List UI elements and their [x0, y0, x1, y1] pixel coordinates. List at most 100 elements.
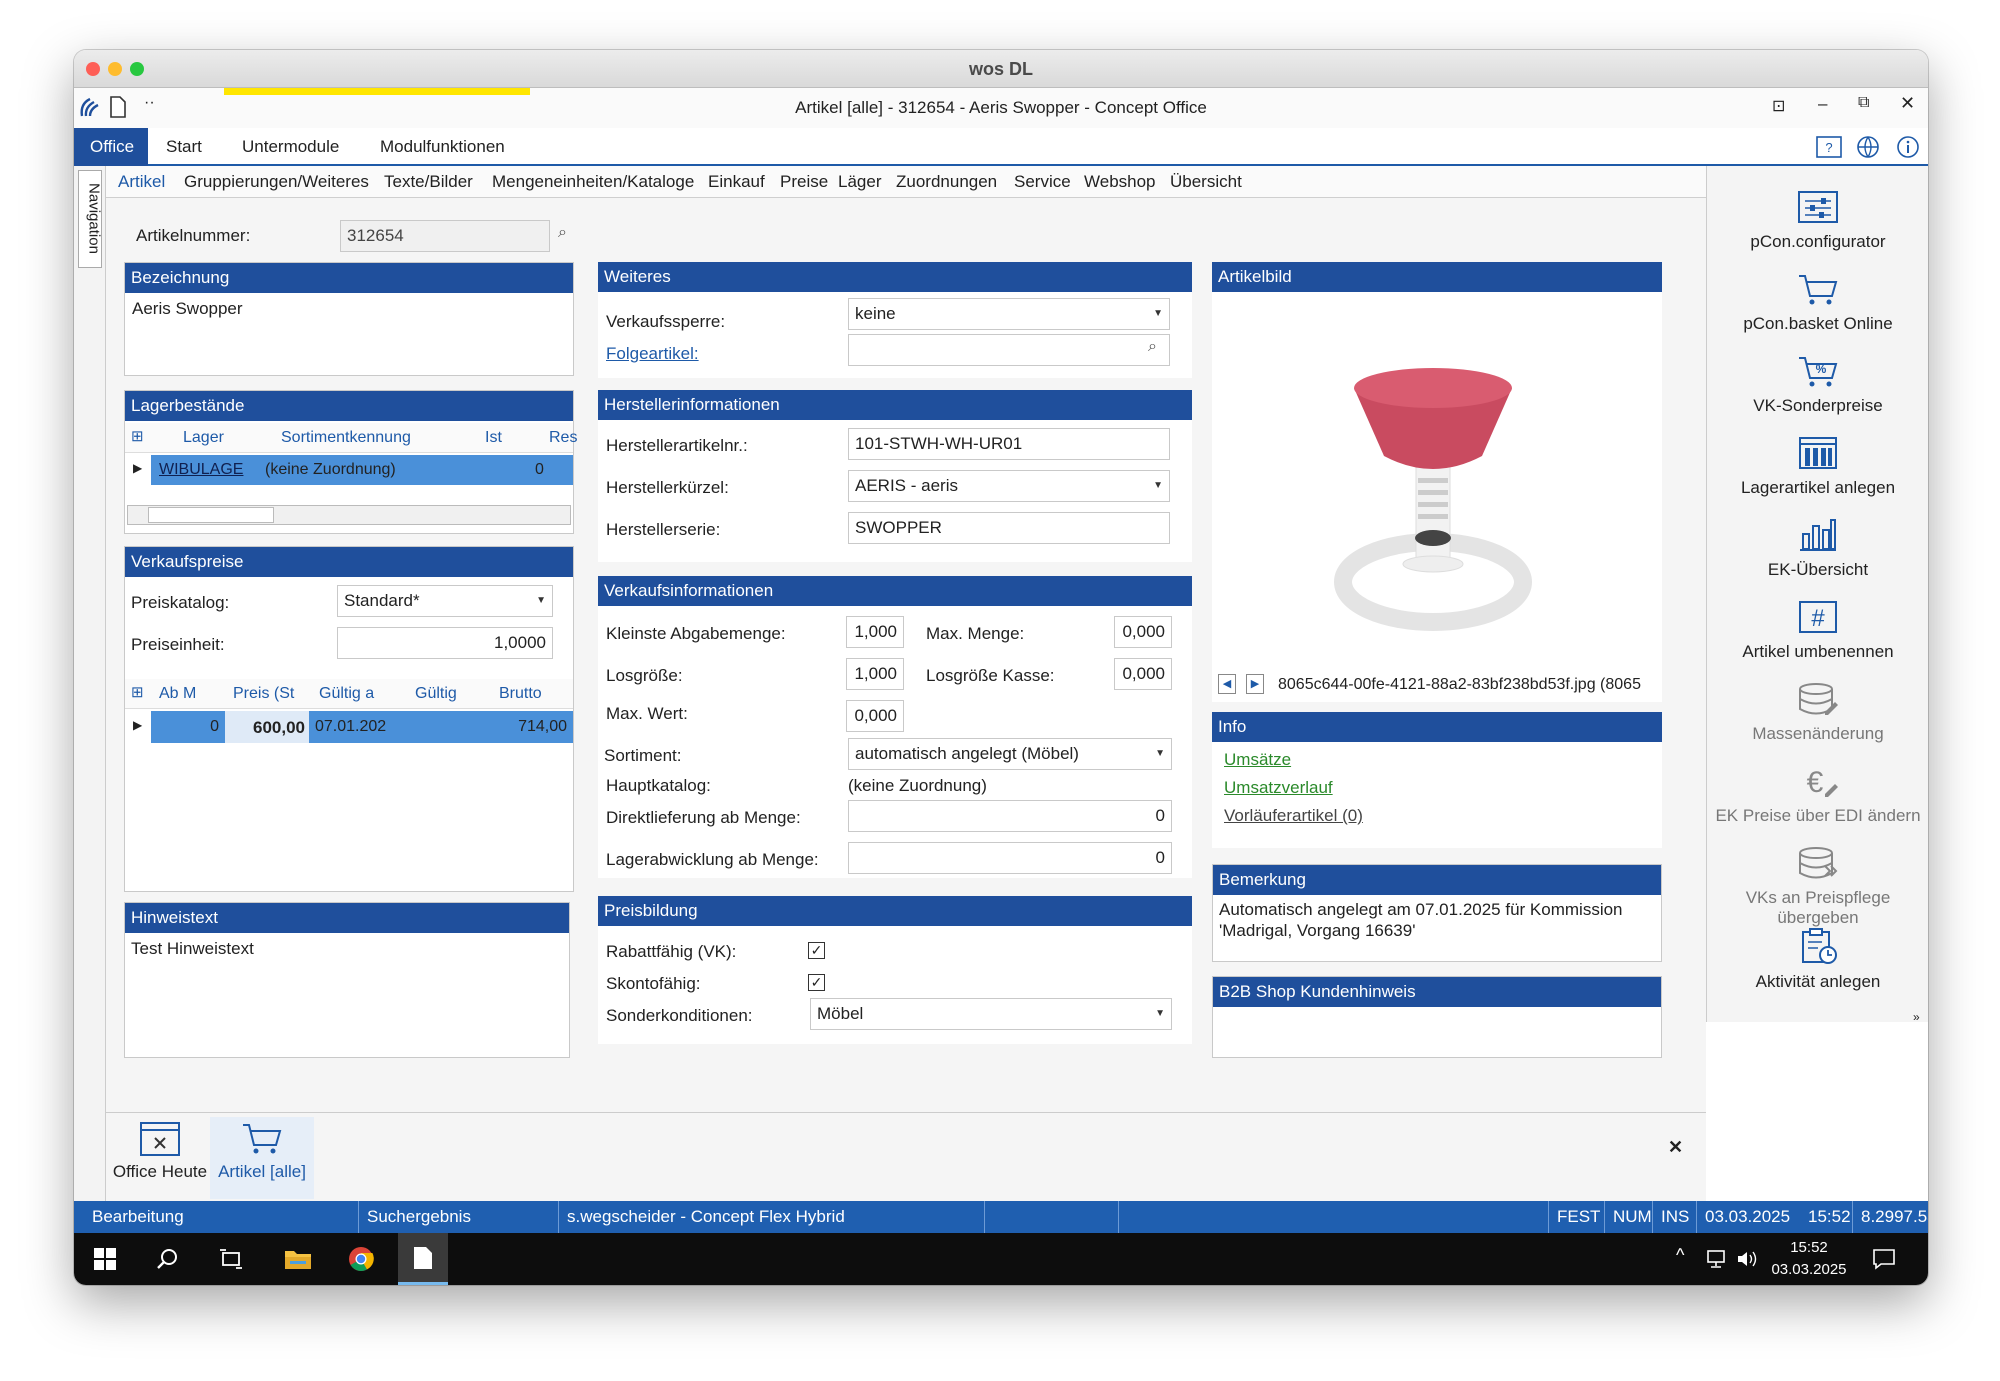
sidebar-item-pcon-basket[interactable]: pCon.basket Online: [1707, 272, 1928, 334]
volume-icon[interactable]: [1736, 1249, 1758, 1269]
binoculars-icon[interactable]: ⌕: [558, 224, 567, 242]
sidebar-item-ek-uebersicht[interactable]: EK-Übersicht: [1707, 518, 1928, 580]
price-col-preis[interactable]: Preis (St: [233, 685, 294, 703]
bemerkung-text[interactable]: Automatisch angelegt am 07.01.2025 für K…: [1219, 899, 1649, 941]
next-image-icon[interactable]: ▶: [1246, 674, 1264, 694]
subtab-mengeneinheiten[interactable]: Mengeneinheiten/Kataloge: [492, 172, 694, 192]
herstellerkuerzel-select[interactable]: AERIS - aeris ▼: [848, 470, 1170, 502]
artikelnummer-field[interactable]: 312654: [340, 220, 550, 252]
subtab-uebersicht[interactable]: Übersicht: [1170, 172, 1242, 192]
sidebar-item-artikel-umbenennen[interactable]: # Artikel umbenennen: [1707, 600, 1928, 662]
herstellerartikelnr-field[interactable]: 101-STWH-WH-UR01: [848, 428, 1170, 460]
notifications-icon[interactable]: [1872, 1248, 1896, 1270]
help-icon[interactable]: ?: [1816, 136, 1842, 158]
file-explorer-icon[interactable]: [284, 1247, 312, 1271]
taskbar-date[interactable]: 03.03.2025: [1768, 1261, 1850, 1278]
close-tab-icon[interactable]: ✕: [1668, 1137, 1683, 1158]
sidebar-item-vk-sonderpreise[interactable]: % VK-Sonderpreise: [1707, 354, 1928, 416]
ribbon-tab-untermodule[interactable]: Untermodule: [226, 128, 355, 166]
taskbar-active-app[interactable]: [398, 1233, 448, 1285]
column-chooser-icon[interactable]: ⊞: [131, 427, 144, 445]
binoculars-icon[interactable]: ⌕: [1148, 338, 1157, 356]
subtab-webshop[interactable]: Webshop: [1084, 172, 1156, 192]
chrome-icon[interactable]: [348, 1246, 374, 1272]
herstellerserie-field[interactable]: SWOPPER: [848, 512, 1170, 544]
rabattfaehig-checkbox[interactable]: ✓: [808, 942, 825, 959]
bottom-tab-artikel[interactable]: Artikel [alle]: [210, 1117, 314, 1199]
globe-icon[interactable]: [1856, 135, 1880, 159]
verkaufsinformationen-header: Verkaufsinformationen: [598, 576, 1192, 606]
taskbar-time[interactable]: 15:52: [1768, 1239, 1850, 1256]
close-icon[interactable]: ✕: [1900, 93, 1915, 114]
hinweistext-text[interactable]: Test Hinweistext: [131, 939, 254, 959]
lager-col-lager[interactable]: Lager: [183, 429, 224, 447]
zoom-dot[interactable]: [130, 62, 144, 76]
sidebar-item-ek-preise-edi[interactable]: € EK Preise über EDI ändern: [1707, 764, 1928, 826]
info-icon[interactable]: [1896, 135, 1920, 159]
network-icon[interactable]: [1706, 1249, 1728, 1269]
windows-start-icon[interactable]: [94, 1248, 116, 1270]
minimize-dot[interactable]: [108, 62, 122, 76]
sidebar-item-vks-preispflege[interactable]: VKs an Preispflege übergeben: [1707, 846, 1928, 928]
lager-col-ist[interactable]: Ist: [485, 429, 502, 447]
price-col-gueltig-bis[interactable]: Gültig: [415, 685, 457, 703]
task-view-icon[interactable]: [220, 1248, 242, 1270]
ribbon-tab-modulfunktionen[interactable]: Modulfunktionen: [364, 128, 521, 166]
table-row[interactable]: ▶ WIBULAGE (keine Zuordnung) 0: [125, 455, 573, 485]
verkaufssperre-select[interactable]: keine ▼: [848, 298, 1170, 330]
lager-col-sortiment[interactable]: Sortimentkennung: [281, 429, 411, 447]
subtab-einkauf[interactable]: Einkauf: [708, 172, 765, 192]
sortiment-select[interactable]: automatisch angelegt (Möbel) ▼: [848, 738, 1172, 770]
max-menge-field[interactable]: 0,000: [1114, 616, 1172, 648]
kleinste-abgabemenge-field[interactable]: 1,000: [846, 616, 904, 648]
sidebar-item-aktivitaet-anlegen[interactable]: Aktivität anlegen: [1707, 928, 1928, 992]
max-wert-field[interactable]: 0,000: [846, 700, 904, 732]
folgeartikel-link[interactable]: Folgeartikel:: [606, 344, 699, 364]
product-image: [1334, 368, 1532, 631]
sidebar-item-lagerartikel-anlegen[interactable]: Lagerartikel anlegen: [1707, 436, 1928, 498]
previous-image-icon[interactable]: ◀: [1218, 674, 1236, 694]
column-chooser-icon[interactable]: ⊞: [131, 683, 144, 701]
bottom-tab-office-heute[interactable]: Office Heute: [112, 1121, 208, 1197]
subtab-artikel[interactable]: Artikel: [118, 172, 165, 192]
navigation-strip[interactable]: Navigation: [74, 166, 106, 1201]
close-dot[interactable]: [86, 62, 100, 76]
vorlaeuferartikel-link[interactable]: Vorläuferartikel (0): [1224, 806, 1363, 826]
sidebar-item-pcon-configurator[interactable]: pCon.configurator: [1707, 190, 1928, 252]
sidebar-item-massenaenderung[interactable]: Massenänderung: [1707, 682, 1928, 744]
subtab-laeger[interactable]: Läger: [838, 172, 881, 192]
price-col-gueltig-ab[interactable]: Gültig a: [319, 685, 374, 703]
subtab-zuordnungen[interactable]: Zuordnungen: [896, 172, 997, 192]
tray-chevron-up-icon[interactable]: ^: [1676, 1245, 1684, 1266]
preiseinheit-field[interactable]: 1,0000: [337, 627, 553, 659]
minimize-icon[interactable]: –: [1818, 94, 1827, 114]
lager-col-res[interactable]: Res: [549, 429, 577, 447]
restore-layout-icon[interactable]: ⊡: [1772, 96, 1785, 116]
search-icon[interactable]: [156, 1248, 178, 1270]
price-col-brutto[interactable]: Brutto: [499, 685, 542, 703]
lager-cell-lager[interactable]: WIBULAGE: [159, 461, 243, 479]
preiskatalog-select[interactable]: Standard* ▼: [337, 585, 553, 617]
maximize-icon[interactable]: ⧉: [1858, 94, 1869, 112]
ribbon-tab-start[interactable]: Start: [150, 128, 218, 166]
max-menge-label: Max. Menge:: [926, 624, 1025, 643]
losgroesse-field[interactable]: 1,000: [846, 658, 904, 690]
losgroesse-kasse-field[interactable]: 0,000: [1114, 658, 1172, 690]
table-row[interactable]: ▶ 0 600,00 07.01.202 714,00: [125, 711, 573, 743]
sonderkonditionen-select[interactable]: Möbel ▼: [810, 998, 1172, 1030]
folgeartikel-field[interactable]: [848, 334, 1170, 366]
expand-more-icon[interactable]: »: [1913, 1010, 1920, 1024]
subtab-gruppierungen[interactable]: Gruppierungen/Weiteres: [184, 172, 369, 192]
price-col-ab[interactable]: Ab M: [159, 685, 196, 703]
lagerabwicklung-field[interactable]: 0: [848, 842, 1172, 874]
subtab-texte-bilder[interactable]: Texte/Bilder: [384, 172, 473, 192]
umsatzverlauf-link[interactable]: Umsatzverlauf: [1224, 778, 1333, 798]
ribbon-tab-office[interactable]: Office: [74, 128, 148, 166]
direktlieferung-field[interactable]: 0: [848, 800, 1172, 832]
subtab-service[interactable]: Service: [1014, 172, 1071, 192]
skontofaehig-checkbox[interactable]: ✓: [808, 974, 825, 991]
bezeichnung-text[interactable]: Aeris Swopper: [132, 299, 243, 319]
umsaetze-link[interactable]: Umsätze: [1224, 750, 1291, 770]
subtab-preise[interactable]: Preise: [780, 172, 828, 192]
lager-scrollbar[interactable]: [127, 505, 571, 525]
